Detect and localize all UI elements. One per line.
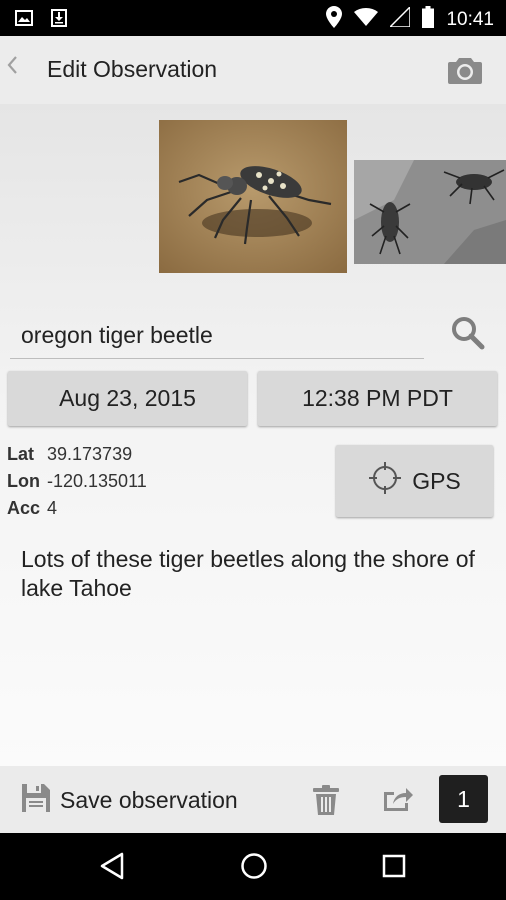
- recents-nav-icon[interactable]: [380, 851, 408, 886]
- image-notification-icon: [14, 8, 34, 33]
- app-bar: Edit Observation: [0, 36, 506, 104]
- system-nav-bar: [0, 833, 506, 900]
- clock: 10:41: [446, 8, 494, 30]
- tiger-beetle-photo-2[interactable]: [354, 160, 506, 264]
- acc-value: 4: [47, 498, 58, 518]
- camera-icon[interactable]: [448, 56, 482, 89]
- observation-count-badge[interactable]: 1: [439, 775, 488, 823]
- location-icon: [326, 6, 343, 33]
- trash-icon[interactable]: [313, 784, 339, 821]
- crosshair-icon: [368, 461, 402, 501]
- gps-button[interactable]: GPS: [336, 445, 493, 517]
- signal-icon: [388, 5, 412, 32]
- home-nav-icon[interactable]: [239, 851, 269, 886]
- wifi-icon: [354, 8, 379, 31]
- back-nav-icon[interactable]: [99, 851, 125, 886]
- lat-label: Lat: [7, 444, 34, 464]
- bottom-action-bar: Save observation 1: [0, 766, 506, 833]
- battery-icon: [422, 6, 435, 33]
- time-button[interactable]: 12:38 PM PDT: [258, 371, 497, 426]
- search-icon[interactable]: [450, 315, 486, 351]
- species-search-row: [10, 309, 496, 361]
- chevron-left-icon[interactable]: [6, 54, 18, 82]
- photo-strip[interactable]: [0, 120, 506, 280]
- date-button[interactable]: Aug 23, 2015: [8, 371, 247, 426]
- download-notification-icon: [50, 8, 68, 33]
- observation-form: Aug 23, 2015 12:38 PM PDT Lat 39.173739 …: [0, 104, 506, 766]
- page-title: Edit Observation: [47, 56, 218, 82]
- lon-value: -120.135011: [47, 471, 147, 491]
- save-icon: [20, 782, 52, 819]
- gps-button-label: GPS: [412, 467, 461, 494]
- acc-label: Acc: [7, 498, 41, 518]
- save-observation-button[interactable]: Save observation: [20, 782, 238, 819]
- lon-label: Lon: [7, 471, 40, 491]
- species-input[interactable]: [10, 309, 424, 359]
- status-bar: 10:41: [0, 0, 506, 36]
- notes-field[interactable]: Lots of these tiger beetles along the sh…: [21, 545, 491, 603]
- lat-value: 39.173739: [47, 444, 133, 464]
- share-icon[interactable]: [381, 784, 413, 817]
- save-observation-label: Save observation: [60, 787, 238, 813]
- location-readout: Lat 39.173739 Lon -120.135011 Acc 4: [7, 441, 147, 522]
- tiger-beetle-photo-1[interactable]: [159, 120, 347, 273]
